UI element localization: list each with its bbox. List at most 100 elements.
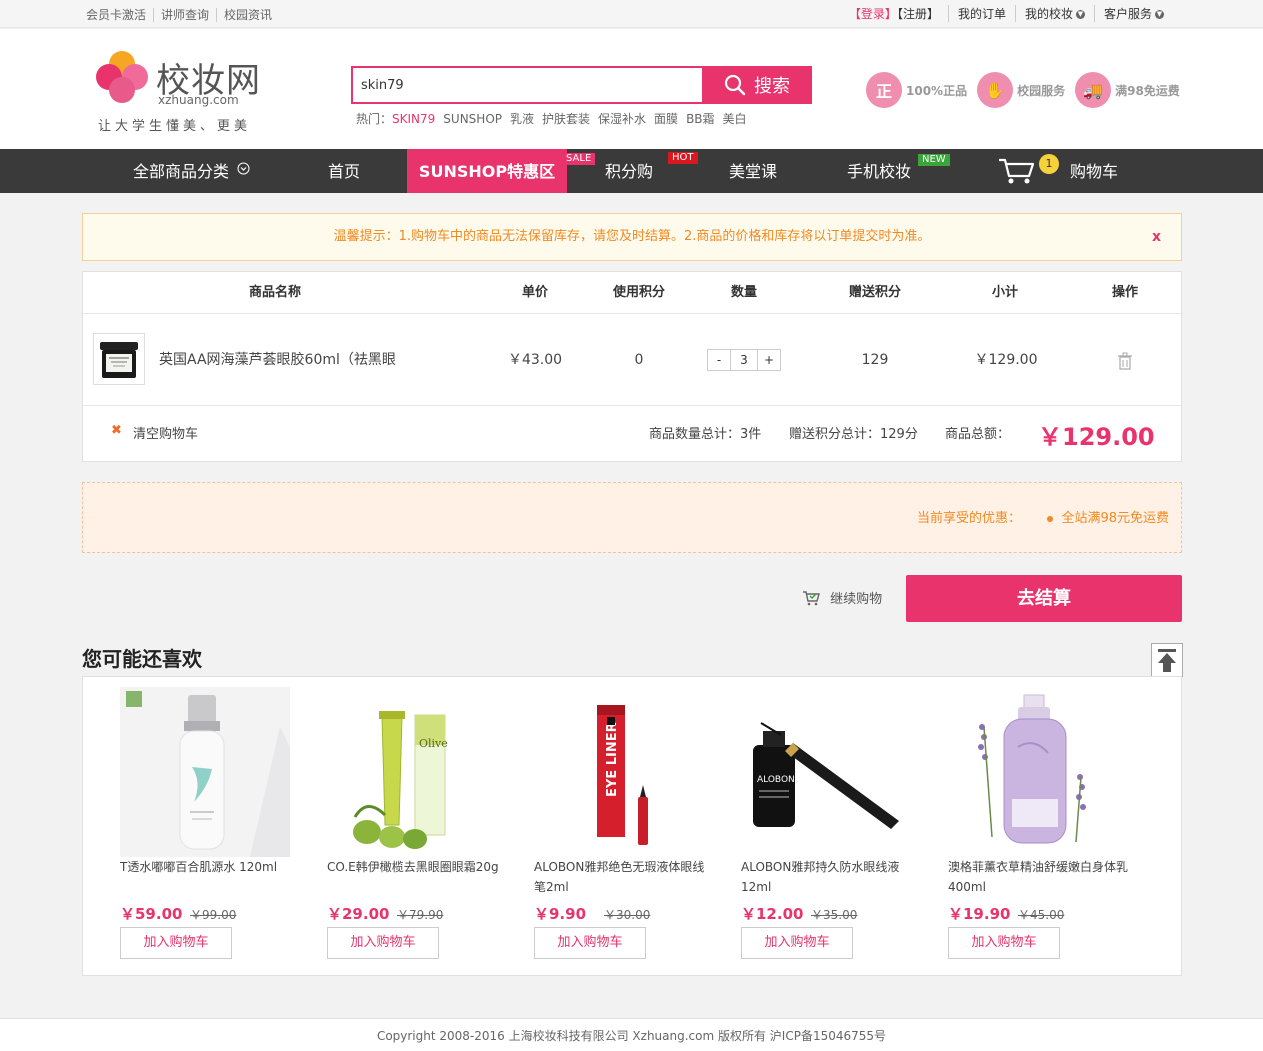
shopping-cart-icon (803, 591, 820, 606)
product-image-toner[interactable] (120, 687, 290, 857)
chevron-down-icon: ▼ (1075, 10, 1085, 19)
product-image-lavender-lotion[interactable] (948, 687, 1118, 857)
add-to-cart-button[interactable]: 加入购物车 (741, 927, 853, 959)
my-account-menu[interactable]: 我的校妆 ▼ (1016, 5, 1095, 22)
nav-mobile[interactable]: 手机校妆 (838, 149, 920, 193)
recommend-title: 您可能还喜欢 (82, 647, 202, 671)
product-name[interactable]: T透水嘟嘟百合肌源水 120ml (120, 857, 300, 877)
svg-text:ALOBON: ALOBON (757, 775, 795, 785)
nav-beauty-class[interactable]: 美堂课 (712, 149, 794, 193)
hot-label: 热门： (356, 112, 393, 126)
logo-flower-icon (96, 51, 148, 103)
clear-cart-link[interactable]: 清空购物车 (133, 423, 198, 442)
nav-points[interactable]: 积分购 (588, 149, 670, 193)
product-image-eye-cream[interactable]: Olive (327, 687, 497, 857)
customer-service-menu[interactable]: 客户服务 ▼ (1095, 5, 1173, 22)
search-input[interactable] (353, 68, 703, 102)
top-left-links: 会员卡激活 讲师查询 校园资讯 (86, 6, 279, 23)
hot-term[interactable]: BB霜 (686, 112, 714, 126)
my-orders-link[interactable]: 我的订单 (949, 5, 1016, 22)
hands-icon: ✋ (977, 72, 1014, 108)
service-badges: 正 100%正品 ✋ 校园服务 🚚 满98免运费 (866, 72, 1180, 108)
my-account-label: 我的校妆 (1024, 7, 1073, 21)
hot-term[interactable]: SKIN79 (392, 112, 435, 126)
product-image-liquid-eyeliner-pen[interactable]: EYE LINER (534, 687, 704, 857)
hot-term[interactable]: 保湿补水 (598, 112, 646, 126)
back-to-top-button[interactable] (1151, 643, 1183, 677)
hot-tag: HOT (668, 152, 698, 164)
product-thumbnail[interactable] (93, 333, 145, 385)
checkout-button[interactable]: 去结算 (906, 575, 1182, 622)
product-old-price: ￥45.00 (1018, 908, 1065, 922)
genuine-icon: 正 (866, 72, 902, 108)
new-tag: NEW (918, 154, 950, 166)
decrease-button[interactable]: - (707, 349, 731, 371)
increase-button[interactable]: + (757, 349, 781, 371)
search-button[interactable]: 搜索 (702, 66, 812, 104)
notice-banner: 温馨提示：1.购物车中的商品无法保留库存，请您及时结算。2.商品的价格和库存将以… (82, 213, 1182, 261)
product-name[interactable]: 澳格菲薰衣草精油舒缓嫩白身体乳400ml (948, 857, 1128, 897)
product-name[interactable]: ALOBON雅邦绝色无瑕液体眼线笔2ml (534, 857, 714, 897)
nav-all-categories[interactable]: 全部商品分类 (133, 149, 263, 193)
nav-cart[interactable]: 1 购物车 (998, 149, 1128, 193)
add-to-cart-button[interactable]: 加入购物车 (327, 927, 439, 959)
product-card: ALOBON ALOBON雅邦持久防水眼线液12ml ￥12.00 ￥35.00… (741, 677, 931, 977)
col-header-action: 操作 (1111, 285, 1138, 300)
hot-term[interactable]: 美白 (723, 112, 747, 126)
promotion-label: 当前享受的优惠： (916, 511, 1021, 526)
product-name[interactable]: ALOBON雅邦持久防水眼线液12ml (741, 857, 921, 897)
bullet-icon (1047, 515, 1054, 522)
login-link[interactable]: 【登录】 (849, 7, 897, 21)
search-icon (724, 74, 746, 96)
hot-term[interactable]: 护肤套装 (542, 112, 590, 126)
trash-icon[interactable] (1116, 352, 1134, 370)
cart-item-name[interactable]: 英国AA网海藻芦荟眼胶60ml（祛黑眼 (159, 340, 396, 380)
nav-cart-label: 购物车 (1070, 162, 1119, 181)
add-to-cart-button[interactable]: 加入购物车 (948, 927, 1060, 959)
link-member-card[interactable]: 会员卡激活 (86, 8, 155, 22)
register-link[interactable]: 【注册】 (897, 7, 939, 21)
truck-icon: 🚚 (1075, 72, 1112, 108)
product-image-waterproof-eyeliner[interactable]: ALOBON (741, 687, 911, 857)
badge-label: 满98免运费 (1115, 83, 1180, 98)
close-icon[interactable]: x (1152, 214, 1161, 260)
badge-campus: ✋ 校园服务 (977, 72, 1065, 108)
cart-item-subtotal: ￥129.00 (974, 352, 1038, 368)
add-to-cart-button[interactable]: 加入购物车 (534, 927, 646, 959)
product-old-price: ￥79.90 (397, 908, 444, 922)
nav-sunshop[interactable]: SUNSHOP特惠区 (407, 149, 567, 193)
product-price: ￥9.90 (534, 905, 587, 923)
link-campus-news[interactable]: 校园资讯 (217, 8, 279, 22)
main-nav: 全部商品分类 首页 SUNSHOP特惠区 SALE 积分购 HOT 美堂课 手机… (0, 149, 1263, 193)
quantity-input[interactable]: 3 (731, 349, 757, 371)
col-header-price: 单价 (521, 285, 548, 300)
cart-item-points-used: 0 (634, 352, 644, 368)
points-total: 赠送积分总计：129分 (789, 427, 918, 442)
hot-searches: 热门：SKIN79 SUNSHOP 乳液 护肤套装 保湿补水 面膜 BB霜 美白 (356, 110, 755, 127)
product-name[interactable]: CO.E韩伊橄榄去黑眼圈眼霜20g (327, 857, 507, 877)
product-card: Olive CO.E韩伊橄榄去黑眼圈眼霜20g ￥29.00 ￥79.90 加入… (327, 677, 517, 977)
hot-term[interactable]: 乳液 (510, 112, 534, 126)
badge-genuine: 正 100%正品 (866, 72, 967, 108)
col-header-points-used: 使用积分 (612, 285, 665, 300)
product-card: 澳格菲薰衣草精油舒缓嫩白身体乳400ml ￥19.90 ￥45.00 加入购物车 (948, 677, 1138, 977)
continue-shopping-link[interactable]: 继续购物 (802, 588, 882, 607)
add-to-cart-button[interactable]: 加入购物车 (120, 927, 232, 959)
hot-term[interactable]: SUNSHOP (443, 112, 502, 126)
product-price: ￥59.00 (120, 905, 183, 923)
divider (83, 405, 1181, 406)
col-header-gift-points: 赠送积分 (848, 285, 901, 300)
cart-icon (999, 158, 1035, 184)
cart-count-badge: 1 (1039, 154, 1059, 174)
link-teacher-query[interactable]: 讲师查询 (154, 8, 218, 22)
col-header-quantity: 数量 (730, 285, 757, 300)
svg-text:Olive: Olive (419, 737, 448, 750)
cart-item-gift-points: 129 (861, 352, 889, 368)
nav-home[interactable]: 首页 (303, 149, 385, 193)
product-price: ￥29.00 (327, 905, 390, 923)
badge-label: 100%正品 (906, 83, 968, 98)
hot-term[interactable]: 面膜 (654, 112, 678, 126)
quantity-stepper: - 3 + (707, 349, 781, 371)
product-old-price: ￥35.00 (811, 908, 858, 922)
promotion-box: 当前享受的优惠： 全站满98元免运费 (82, 482, 1182, 553)
